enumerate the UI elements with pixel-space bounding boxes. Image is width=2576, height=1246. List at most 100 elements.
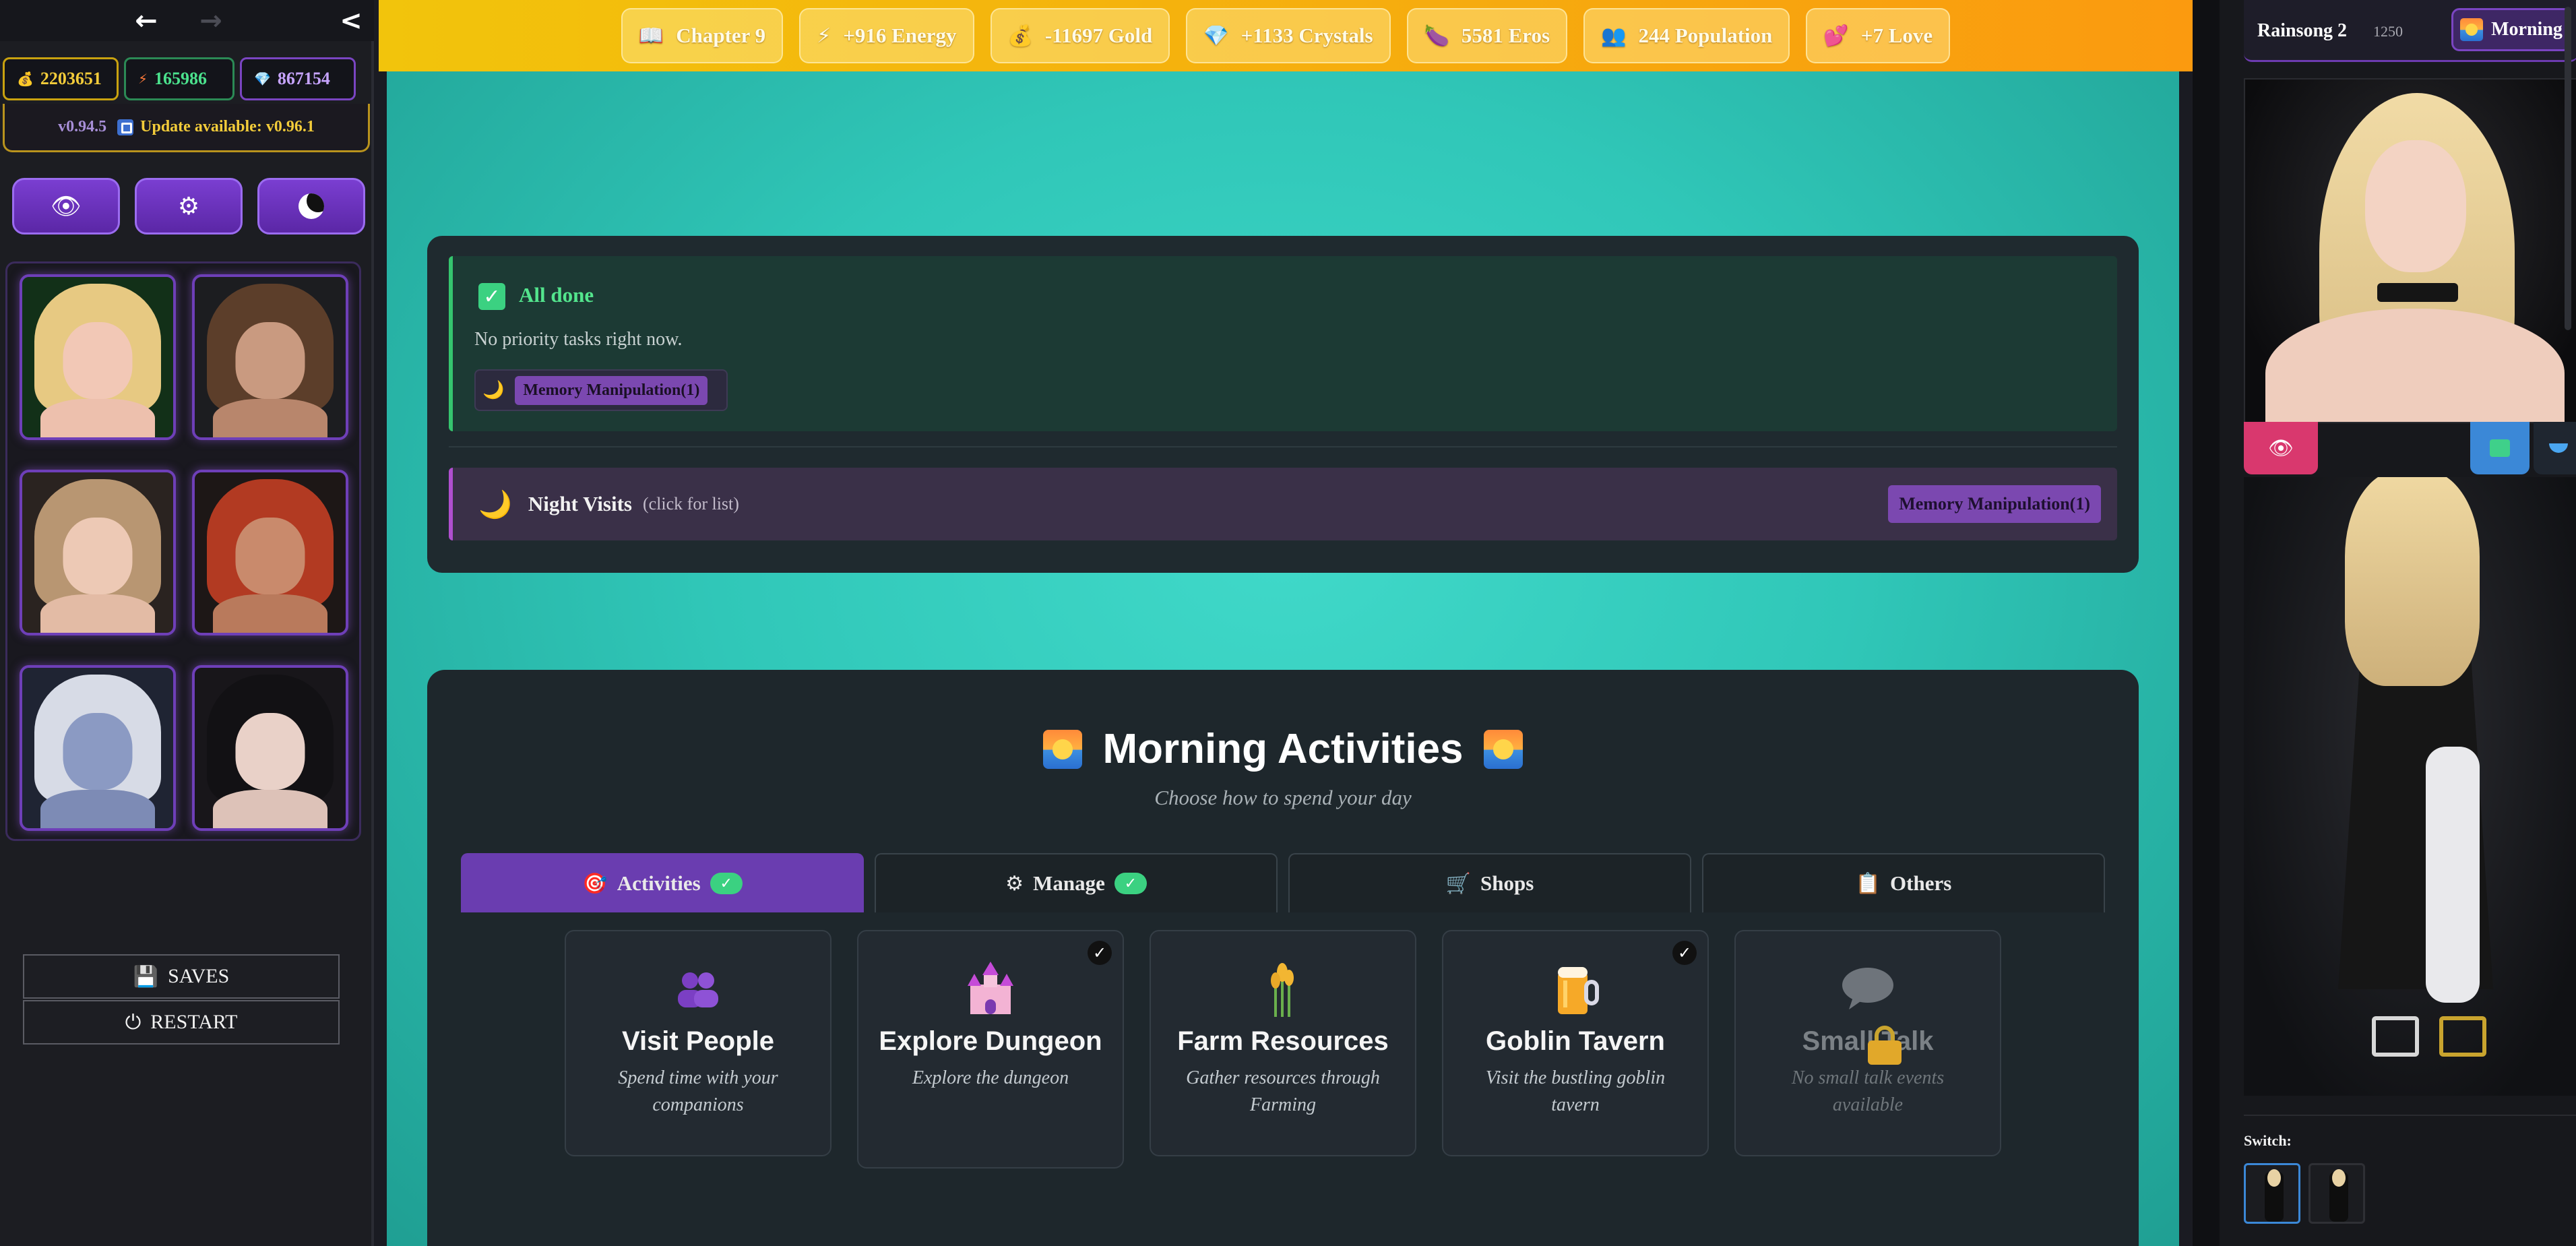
underwear-icon	[2549, 443, 2568, 453]
moon-icon	[299, 193, 324, 219]
update-icon	[117, 119, 134, 135]
divider	[449, 446, 2117, 447]
eros-label: 5581 Eros	[1461, 24, 1550, 47]
tab-shops[interactable]: 🛒 Shops	[1288, 853, 1691, 912]
card-title: Visit People	[621, 1026, 774, 1056]
card-description: Spend time with your companions	[618, 1067, 778, 1115]
explore-dungeon-card[interactable]: ✓ Explore Dungeon Explore the dungeon	[857, 930, 1124, 1169]
update-label: Update available: v0.96.1	[140, 118, 315, 135]
view-button[interactable]: 👁	[12, 178, 120, 235]
character-portrait[interactable]	[20, 470, 176, 635]
lock-icon	[1868, 1026, 1902, 1065]
resource-bar: 📖 Chapter 9 ⚡ +916 Energy 💰 -11697 Gold 💎 +1…	[379, 0, 2193, 71]
energy-counter: ⚡ 165986	[124, 57, 234, 100]
farm-resources-card[interactable]: Farm Resources Gather resources through …	[1150, 930, 1416, 1156]
population-label: 244 Population	[1638, 24, 1773, 47]
love-pill: 💕 +7 Love	[1806, 8, 1951, 63]
gold-value: 2203651	[40, 69, 102, 88]
tab-manage[interactable]: ⚙ Manage ✓	[875, 853, 1278, 912]
character-portrait[interactable]	[20, 274, 176, 440]
card-title: Goblin Tavern	[1486, 1026, 1665, 1056]
moon-icon: 🌙	[482, 380, 505, 400]
tab-others[interactable]: 📋 Others	[1702, 853, 2105, 912]
eye-icon: 👁	[51, 193, 82, 220]
settings-button[interactable]: ⚙	[135, 178, 243, 235]
tab-label: Others	[1890, 871, 1952, 895]
gold-bag-icon: 💰	[17, 71, 34, 87]
currency-row: 💰 2203651 ⚡ 165986 💎 867154	[3, 57, 356, 100]
restart-button[interactable]: ⏻ RESTART	[23, 1000, 340, 1045]
check-icon: ✓	[1672, 941, 1697, 965]
outfit-top-button[interactable]	[2470, 422, 2530, 474]
character-roster	[5, 261, 361, 841]
character-full-body-image	[2244, 477, 2576, 1096]
lightning-icon: ⚡	[138, 71, 148, 87]
activity-tabs: 🎯 Activities ✓ ⚙ Manage ✓ 🛒 Shops 📋 Othe…	[461, 853, 2105, 912]
time-of-day-badge: Morning	[2451, 8, 2571, 51]
night-visits-badge[interactable]: Memory Manipulation(1)	[1888, 485, 2101, 523]
crystals-pill: 💎 +1133 Crystals	[1186, 8, 1391, 63]
character-name: Rainsong 2	[2257, 20, 2348, 41]
tab-label: Activities	[617, 871, 701, 895]
gold-counter: 💰 2203651	[3, 57, 119, 100]
chapter-pill: 📖 Chapter 9	[621, 8, 784, 63]
time-of-day-label: Morning	[2491, 19, 2563, 40]
done-badge-icon: ✓	[1114, 873, 1147, 894]
sunrise-icon	[1483, 729, 1523, 769]
sunrise-icon	[1043, 729, 1083, 769]
outfit-thumbnail[interactable]	[2308, 1163, 2365, 1224]
tab-label: Shops	[1480, 871, 1534, 895]
saves-button[interactable]: 💾 SAVES	[23, 954, 340, 999]
memory-manipulation-chip[interactable]: 🌙 Memory Manipulation(1)	[474, 369, 728, 411]
switch-label: Switch:	[2244, 1132, 2292, 1149]
visit-people-card[interactable]: Visit People Spend time with your compan…	[565, 930, 831, 1156]
eros-pill: 🍆 5581 Eros	[1406, 8, 1568, 63]
diamond-icon: 💎	[1203, 24, 1229, 48]
card-description: No small talk events available	[1791, 1067, 1945, 1115]
left-sidebar: ← → < 💰 2203651 ⚡ 165986 💎 867154 v0.94.…	[0, 0, 374, 1246]
moon-icon: 🌙	[478, 489, 512, 520]
energy-pill: ⚡ +916 Energy	[799, 8, 974, 63]
beer-mug-icon	[1443, 958, 1707, 1019]
energy-value: 165986	[154, 69, 208, 88]
tool-buttons: 👁 ⚙	[12, 178, 365, 235]
theme-toggle-button[interactable]	[257, 178, 365, 235]
diamond-icon: 💎	[254, 71, 271, 87]
character-portrait[interactable]	[192, 274, 348, 440]
character-portrait[interactable]	[192, 470, 348, 635]
love-label: +7 Love	[1860, 24, 1933, 47]
character-portrait[interactable]	[192, 665, 348, 831]
scrollbar[interactable]	[2565, 7, 2571, 330]
population-pill: 👥 244 Population	[1583, 8, 1790, 63]
crystal-counter: 💎 867154	[240, 57, 356, 100]
check-icon: ✓	[1088, 941, 1112, 965]
outfit-bottom-button[interactable]	[2534, 422, 2576, 474]
goblin-tavern-card[interactable]: ✓ Goblin Tavern Visit the bustling gobli…	[1442, 930, 1709, 1156]
version-bar: v0.94.5 Update available: v0.96.1	[3, 104, 370, 152]
main-area: ✓ All done No priority tasks right now. …	[387, 71, 2179, 1246]
target-icon: 🎯	[582, 871, 608, 896]
clipboard-icon: 📋	[1855, 871, 1881, 896]
shirt-icon	[2490, 439, 2510, 457]
character-portrait[interactable]	[20, 665, 176, 831]
chapter-label: Chapter 9	[676, 24, 766, 47]
night-visits-hint: (click for list)	[642, 494, 739, 513]
restart-label: RESTART	[150, 1011, 238, 1033]
book-icon: 📖	[638, 24, 664, 48]
character-header: Rainsong 2 1250 Morning	[2244, 0, 2576, 62]
view-toggle-button[interactable]: 👁	[2244, 422, 2318, 474]
update-link[interactable]: Update available: v0.96.1	[117, 118, 315, 136]
gear-icon: ⚙	[1005, 871, 1024, 896]
checkbox-icon: ✓	[478, 283, 505, 310]
tab-activities[interactable]: 🎯 Activities ✓	[461, 853, 864, 912]
activity-cards: Visit People Spend time with your compan…	[565, 930, 2001, 1169]
forward-arrow-icon[interactable]: →	[189, 4, 233, 38]
outfit-thumbnail[interactable]	[2244, 1163, 2300, 1224]
sunrise-icon	[2460, 18, 2484, 41]
eye-icon: 👁	[2267, 436, 2294, 460]
night-visits-bar[interactable]: 🌙 Night Visits (click for list) Memory M…	[449, 468, 2117, 540]
lightning-icon: ⚡	[817, 24, 831, 48]
back-arrow-icon[interactable]: ←	[124, 4, 168, 38]
history-nav: ← → <	[0, 0, 374, 41]
collapse-sidebar-icon[interactable]: <	[329, 4, 373, 38]
